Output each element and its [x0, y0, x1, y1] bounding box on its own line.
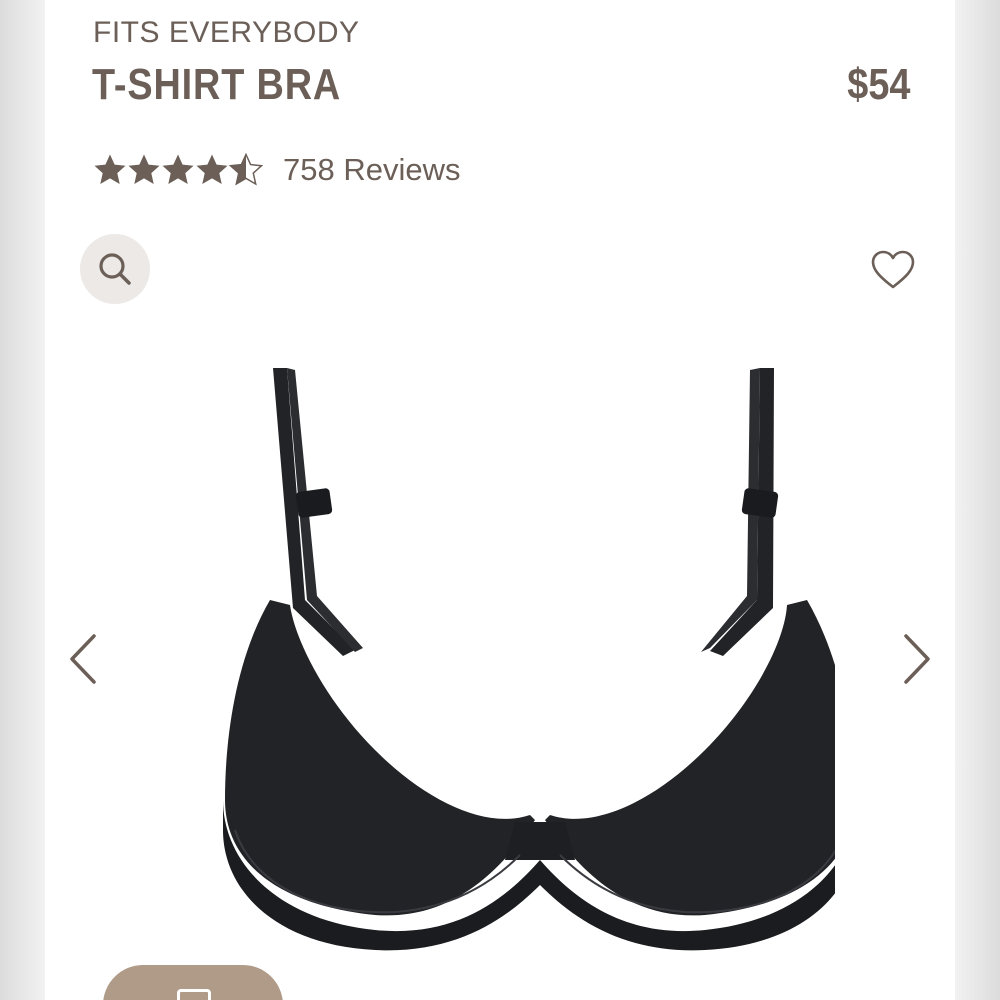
search-icon [99, 253, 131, 285]
product-image [223, 368, 835, 951]
star-icon [229, 153, 263, 186]
collection-label: FITS EVERYBODY [93, 16, 360, 49]
reviews-link[interactable]: 758 Reviews [283, 152, 460, 188]
favorite-button[interactable] [869, 246, 917, 294]
product-price: $54 [846, 60, 910, 109]
zoom-button[interactable] [80, 234, 150, 304]
chevron-right-icon [904, 634, 930, 684]
product-page: FITS EVERYBODY T-SHIRT BRA $54 758 Revie… [45, 0, 955, 1000]
star-icon [162, 154, 194, 184]
product-title: T-SHIRT BRA [92, 60, 342, 109]
chevron-left-icon [70, 634, 96, 684]
next-image-button[interactable] [897, 630, 937, 688]
star-icon [128, 154, 160, 184]
prev-image-button[interactable] [63, 630, 103, 688]
bag-icon [177, 989, 211, 1000]
bottom-action-button[interactable] [103, 965, 283, 1000]
star-icon [94, 154, 126, 184]
rating-row[interactable]: 758 Reviews [93, 150, 460, 190]
star-icon [196, 154, 228, 184]
star-rating [93, 150, 265, 190]
heart-icon [871, 250, 915, 289]
